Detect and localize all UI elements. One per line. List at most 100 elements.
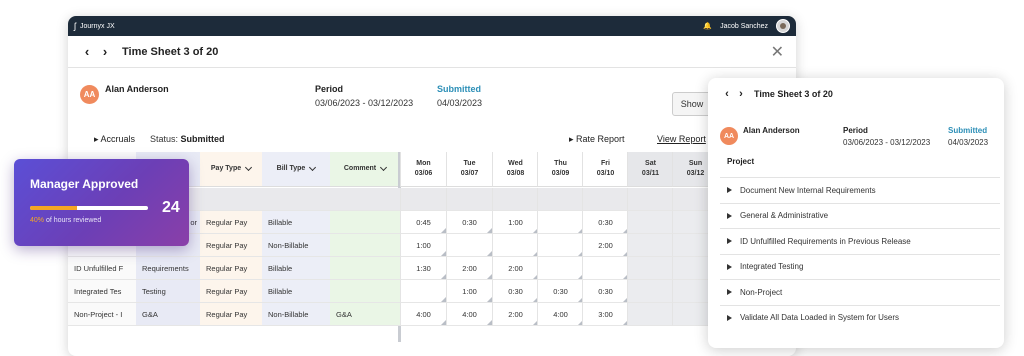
hours-cell bbox=[627, 303, 673, 326]
column-header-label: Comment bbox=[343, 165, 377, 172]
rate-report-toggle[interactable]: ▸ Rate Report bbox=[569, 134, 625, 145]
hours-cell[interactable] bbox=[537, 188, 583, 211]
hours-cell[interactable] bbox=[446, 188, 492, 211]
column-header-comment[interactable]: Comment bbox=[330, 152, 400, 187]
titlebar: ‹ › Time Sheet 3 of 20 ✕ bbox=[68, 36, 796, 68]
hours-cell[interactable]: 0:30 bbox=[492, 280, 538, 303]
project-row[interactable]: Document New Internal Requirements bbox=[720, 177, 1000, 202]
avatar[interactable] bbox=[776, 19, 790, 33]
hours-cell[interactable]: 4:00 bbox=[400, 303, 446, 326]
hours-cell[interactable]: 2:00 bbox=[492, 257, 538, 280]
bell-icon[interactable]: 🔔 bbox=[703, 22, 712, 30]
hours-cell[interactable]: 2:00 bbox=[446, 257, 492, 280]
user-name[interactable]: Jacob Sanchez bbox=[720, 23, 768, 30]
review-progress-text: 40% of hours reviewed bbox=[30, 217, 102, 224]
column-header-day: Thu 03/09 bbox=[537, 152, 583, 187]
hours-cell[interactable]: 4:00 bbox=[537, 303, 583, 326]
side-prev-arrow-icon[interactable]: ‹ bbox=[720, 88, 734, 100]
hours-cell[interactable]: 0:30 bbox=[582, 280, 628, 303]
hours-cell[interactable] bbox=[400, 280, 446, 303]
project-row[interactable]: General & Administrative bbox=[720, 202, 1000, 228]
table-cell-bill bbox=[262, 188, 330, 211]
expand-triangle-icon[interactable] bbox=[727, 314, 732, 321]
day-date: 03/08 bbox=[506, 170, 525, 177]
hours-cell[interactable]: 2:00 bbox=[582, 234, 628, 257]
project-row[interactable]: Integrated Testing bbox=[720, 253, 1000, 279]
hours-cell[interactable] bbox=[492, 234, 538, 257]
hours-cell[interactable]: 3:00 bbox=[582, 303, 628, 326]
side-period-value: 03/06/2023 - 03/12/2023 bbox=[843, 138, 931, 147]
submitted-label: Submitted bbox=[437, 84, 481, 94]
hours-cell[interactable] bbox=[582, 257, 628, 280]
hours-cell[interactable] bbox=[446, 234, 492, 257]
table-cell-comment[interactable]: G&A bbox=[330, 303, 400, 326]
table-cell-comment[interactable] bbox=[330, 188, 400, 211]
expand-triangle-icon[interactable] bbox=[727, 212, 732, 219]
hours-cell[interactable]: 0:30 bbox=[582, 211, 628, 234]
hours-cell[interactable]: 2:00 bbox=[492, 303, 538, 326]
table-cell-project: ID Unfulfilled F bbox=[68, 257, 136, 280]
column-header-bill[interactable]: Bill Type bbox=[262, 152, 330, 187]
hours-cell[interactable] bbox=[537, 211, 583, 234]
day-name: Thu bbox=[554, 160, 567, 167]
project-row[interactable]: Validate All Data Loaded in System for U… bbox=[720, 304, 1000, 330]
expand-triangle-icon[interactable] bbox=[727, 187, 732, 193]
project-row[interactable]: ID Unfulfilled Requirements in Previous … bbox=[720, 228, 1000, 253]
hours-cell[interactable] bbox=[537, 234, 583, 257]
next-arrow-icon[interactable]: › bbox=[96, 44, 114, 59]
accruals-toggle[interactable]: ▸ Accruals bbox=[94, 134, 135, 145]
expand-triangle-icon[interactable] bbox=[727, 263, 732, 270]
hours-cell[interactable]: 1:30 bbox=[400, 257, 446, 280]
table-cell-project: Non-Project - I bbox=[68, 303, 136, 326]
hours-cell[interactable]: 4:00 bbox=[446, 303, 492, 326]
show-button[interactable]: Show bbox=[672, 92, 712, 116]
hours-cell[interactable]: 0:30 bbox=[537, 280, 583, 303]
hours-cell[interactable]: 1:00 bbox=[492, 211, 538, 234]
table-cell-project: Integrated Tes bbox=[68, 280, 136, 303]
side-submitted-label: Submitted bbox=[948, 126, 988, 135]
hours-cell[interactable]: 1:00 bbox=[400, 234, 446, 257]
chevron-down-icon[interactable] bbox=[245, 163, 253, 172]
hours-cell[interactable] bbox=[582, 188, 628, 211]
period-label: Period bbox=[315, 84, 344, 94]
prev-arrow-icon[interactable]: ‹ bbox=[78, 44, 96, 59]
expand-triangle-icon[interactable] bbox=[727, 289, 732, 295]
table-cell-bill: Billable bbox=[262, 211, 330, 234]
project-name: General & Administrative bbox=[740, 211, 829, 220]
table-cell-comment[interactable] bbox=[330, 211, 400, 234]
manager-approved-card: Manager Approved 24 40% of hours reviewe… bbox=[14, 159, 189, 246]
chevron-down-icon[interactable] bbox=[309, 163, 317, 172]
view-report-link[interactable]: View Report bbox=[657, 134, 706, 144]
side-employee-avatar: AA bbox=[720, 127, 738, 145]
side-next-arrow-icon[interactable]: › bbox=[734, 88, 748, 100]
project-row[interactable]: Non-Project bbox=[720, 279, 1000, 304]
day-date: 03/11 bbox=[641, 170, 660, 177]
day-date: 03/12 bbox=[686, 170, 705, 177]
column-header-pay[interactable]: Pay Type bbox=[200, 152, 262, 187]
status-text: Status: Submitted bbox=[150, 134, 225, 144]
project-name: Non-Project bbox=[740, 287, 783, 297]
day-name: Sun bbox=[688, 160, 703, 167]
hours-cell[interactable]: 1:00 bbox=[446, 280, 492, 303]
close-icon[interactable]: ✕ bbox=[771, 42, 784, 62]
table-cell-comment[interactable] bbox=[330, 257, 400, 280]
hours-cell[interactable] bbox=[537, 257, 583, 280]
hours-cell[interactable]: 0:30 bbox=[446, 211, 492, 234]
table-cell-pay: Regular Pay bbox=[200, 234, 262, 257]
hours-cell[interactable] bbox=[492, 188, 538, 211]
journyx-logo-icon: ʃ bbox=[74, 21, 76, 31]
project-name: Document New Internal Requirements bbox=[740, 185, 876, 195]
side-period-label: Period bbox=[843, 126, 868, 135]
app-topbar: ʃ Journyx JX 🔔 Jacob Sanchez bbox=[68, 16, 796, 36]
day-name: Mon bbox=[416, 160, 431, 167]
table-cell-comment[interactable] bbox=[330, 234, 400, 257]
hours-cell[interactable] bbox=[400, 188, 446, 211]
chevron-down-icon[interactable] bbox=[380, 163, 388, 172]
hours-cell[interactable]: 0:45 bbox=[400, 211, 446, 234]
approved-count: 24 bbox=[162, 199, 180, 216]
column-header-day: Fri 03/10 bbox=[582, 152, 628, 187]
table-cell-comment[interactable] bbox=[330, 280, 400, 303]
column-header-day: Mon 03/06 bbox=[400, 152, 446, 187]
expand-triangle-icon[interactable] bbox=[727, 238, 732, 244]
hours-cell bbox=[627, 280, 673, 303]
